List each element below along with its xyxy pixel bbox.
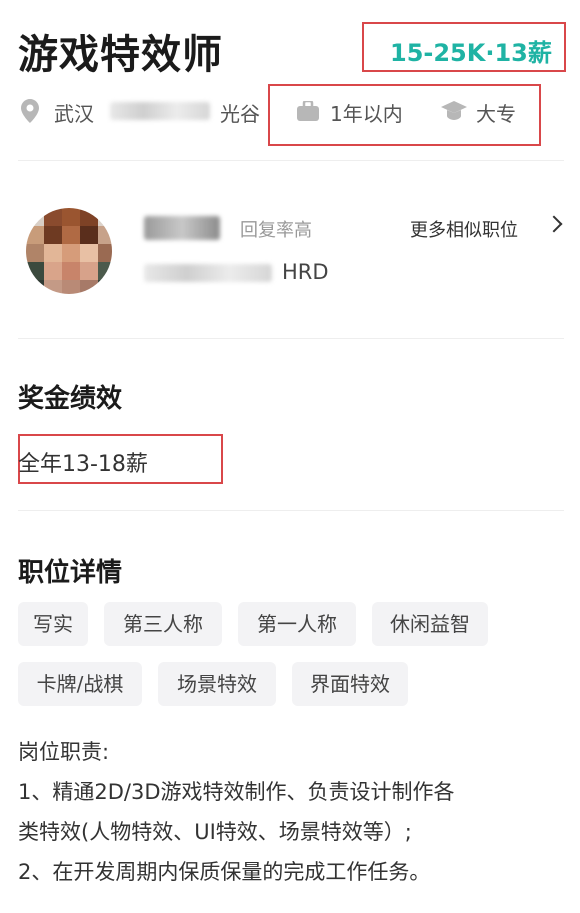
chevron-right-icon[interactable] (545, 215, 563, 233)
meta-highlight-box (268, 84, 541, 146)
description-line: 1、精通2D/3D游戏特效制作、负责设计制作各 (18, 780, 455, 804)
district-label: 光谷 (220, 102, 260, 126)
tag-item[interactable]: 第一人称 (238, 602, 356, 646)
location-pin-icon (21, 99, 39, 123)
divider (18, 510, 564, 511)
tag-item[interactable]: 场景特效 (158, 662, 276, 706)
tag-item[interactable]: 写实 (18, 602, 88, 646)
more-similar-jobs-link[interactable]: 更多相似职位 (410, 216, 518, 242)
bonus-value: 全年13-18薪 (18, 452, 148, 477)
tag-item[interactable]: 卡牌/战棋 (18, 662, 142, 706)
job-title: 游戏特效师 (18, 32, 223, 78)
divider (18, 338, 564, 339)
tag-item[interactable]: 第三人称 (104, 602, 222, 646)
avatar[interactable] (26, 208, 112, 294)
salary-text: 15-25K·13薪 (390, 39, 552, 67)
divider (18, 160, 564, 161)
blurred-recruiter-name (144, 216, 220, 240)
city-label: 武汉 (54, 102, 94, 126)
tag-item[interactable]: 界面特效 (292, 662, 408, 706)
recruiter-role: HRD (282, 260, 329, 284)
tag-item[interactable]: 休闲益智 (372, 602, 488, 646)
description-heading: 岗位职责: (18, 740, 110, 764)
blurred-address (110, 102, 210, 120)
description-line: 2、在开发周期内保质保量的完成工作任务。 (18, 860, 431, 884)
description-line: 类特效(人物特效、UI特效、场景特效等）; (18, 820, 412, 844)
details-section-title: 职位详情 (18, 558, 123, 588)
blurred-company (144, 264, 272, 282)
reply-rate-label: 回复率高 (240, 220, 312, 241)
bonus-section-title: 奖金绩效 (18, 384, 123, 414)
